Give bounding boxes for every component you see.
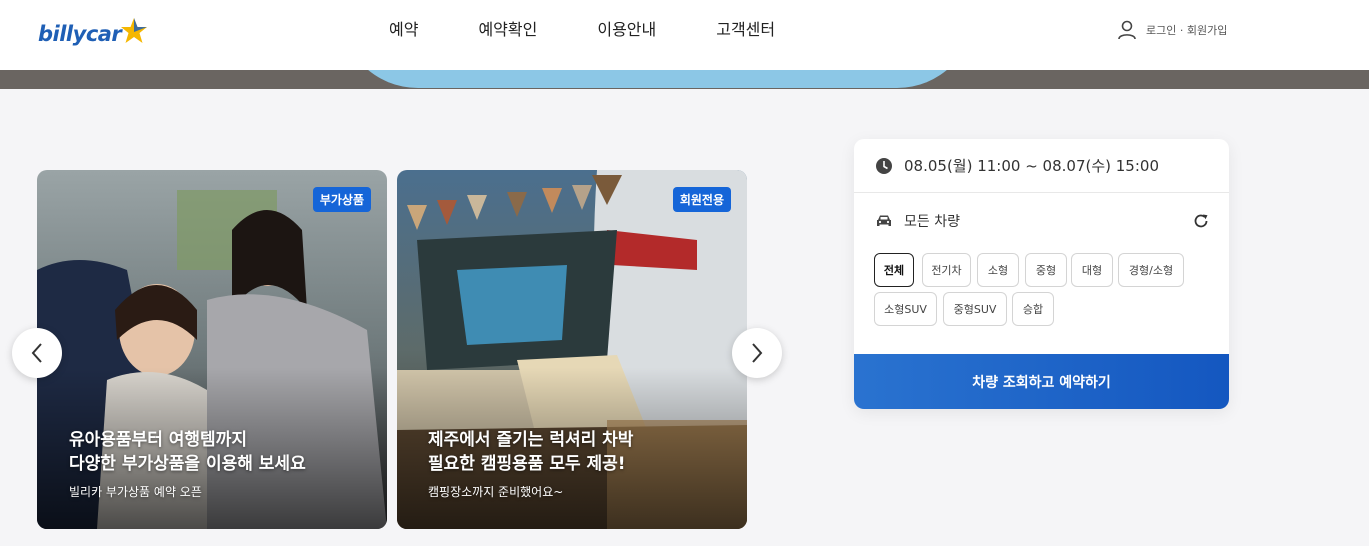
- star-icon: [121, 18, 148, 43]
- car-icon: [877, 215, 891, 226]
- refresh-icon[interactable]: [1192, 212, 1210, 230]
- rental-date-selector[interactable]: 08.05(월) 11:00 ~ 08.07(수) 15:00: [854, 139, 1229, 193]
- hero-decoration: [340, 70, 975, 88]
- hero-banner-strip: [0, 70, 1369, 89]
- rental-date-range: 08.05(월) 11:00 ~ 08.07(수) 15:00: [904, 157, 1159, 175]
- chevron-left-icon: [31, 343, 42, 363]
- nav-item-reserve[interactable]: 예약: [389, 18, 418, 42]
- logo-text: billycar: [38, 22, 122, 46]
- card-title: 유아용품부터 여행템까지 다양한 부가상품을 이용해 보세요: [69, 430, 306, 474]
- nav-item-support[interactable]: 고객센터: [716, 18, 775, 42]
- car-type-label: 모든 차량: [904, 214, 960, 230]
- chip-compact-suv[interactable]: 소형SUV: [874, 292, 937, 326]
- promo-card-addons[interactable]: 부가상품 유아용품부터 여행템까지 다양한 부가상품을 이용해 보세요 빌리카 …: [37, 170, 387, 529]
- login-signup-text: 로그인 · 회원가입: [1146, 24, 1228, 37]
- booking-panel: 08.05(월) 11:00 ~ 08.07(수) 15:00 모든 차량 전체…: [854, 139, 1229, 409]
- chip-electric[interactable]: 전기차: [922, 253, 971, 287]
- promo-card-camping[interactable]: 회원전용 제주에서 즐기는 럭셔리 차박 필요한 캠핑용품 모두 제공! 캠핑장…: [397, 170, 747, 529]
- carousel-prev-button[interactable]: [12, 328, 62, 378]
- card-subtitle: 빌리카 부가상품 예약 오픈: [69, 485, 202, 499]
- chip-compact[interactable]: 소형: [977, 253, 1019, 287]
- clock-icon: [876, 157, 892, 174]
- nav-item-guide[interactable]: 이용안내: [597, 18, 656, 42]
- chevron-right-icon: [752, 343, 763, 363]
- chip-midsize[interactable]: 중형: [1025, 253, 1067, 287]
- chip-light-compact[interactable]: 경형/소형: [1118, 253, 1184, 287]
- nav-item-check-reservation[interactable]: 예약확인: [478, 18, 537, 42]
- chip-midsize-suv[interactable]: 중형SUV: [943, 292, 1007, 326]
- carousel-next-button[interactable]: [732, 328, 782, 378]
- card-title: 제주에서 즐기는 럭셔리 차박 필요한 캠핑용품 모두 제공!: [428, 430, 634, 474]
- user-icon: [1118, 20, 1136, 40]
- logo[interactable]: billycar: [38, 14, 149, 54]
- site-header: billycar 예약 예약확인 이용안내 고객센터 로그인 · 회원가입: [0, 0, 1369, 70]
- chip-van[interactable]: 승합: [1012, 292, 1054, 326]
- chip-all[interactable]: 전체: [874, 253, 914, 287]
- card-badge: 부가상품: [312, 187, 371, 212]
- card-subtitle: 캠핑장소까지 준비했어요~: [428, 485, 564, 499]
- login-signup-link[interactable]: 로그인 · 회원가입: [1116, 19, 1227, 41]
- car-type-row: 모든 차량: [875, 210, 1210, 232]
- main-nav: 예약 예약확인 이용안내 고객센터: [389, 18, 835, 42]
- chip-large[interactable]: 대형: [1071, 253, 1113, 287]
- card-badge: 회원전용: [672, 187, 731, 212]
- search-and-reserve-button[interactable]: 차량 조회하고 예약하기: [854, 354, 1229, 409]
